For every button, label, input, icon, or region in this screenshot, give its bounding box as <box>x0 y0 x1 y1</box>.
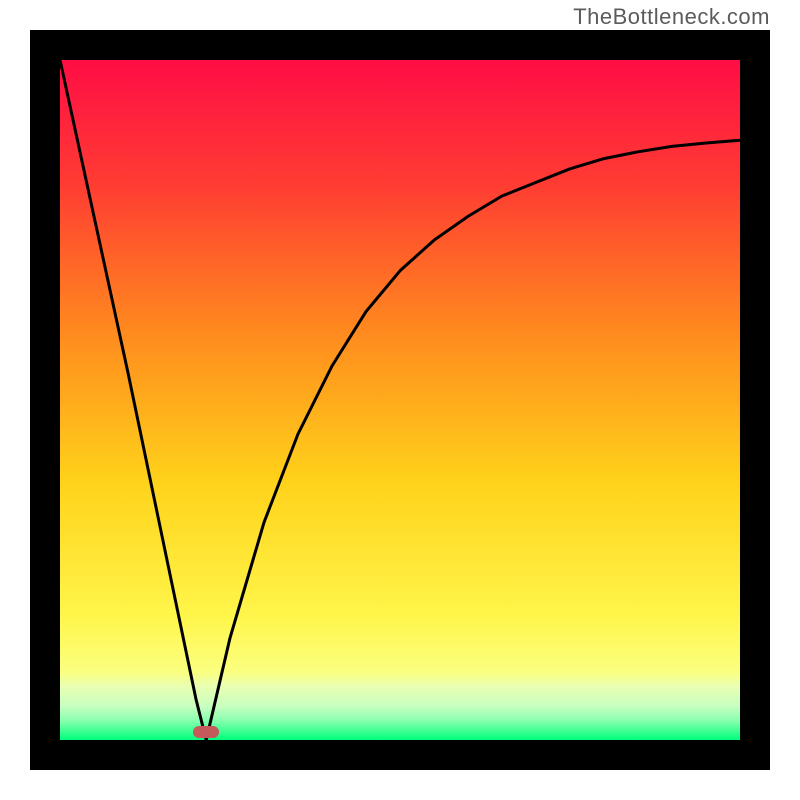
plot-frame <box>30 30 770 770</box>
chart-stage: TheBottleneck.com <box>0 0 800 800</box>
minimum-marker <box>193 726 219 738</box>
plot-area <box>60 60 740 740</box>
bottleneck-curve <box>60 60 740 740</box>
curve-layer <box>60 60 740 740</box>
watermark-text: TheBottleneck.com <box>573 4 770 30</box>
